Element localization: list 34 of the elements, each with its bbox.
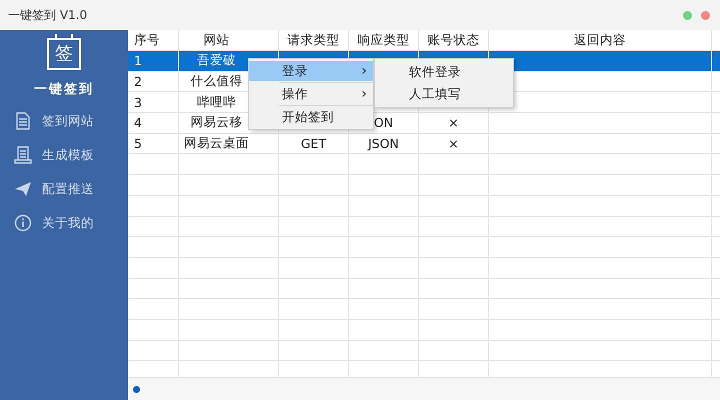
paper-plane-icon (14, 180, 32, 198)
chevron-icon: › (361, 86, 367, 102)
column-header: 序号 (128, 30, 179, 50)
column-header: 返回内容 (489, 30, 712, 50)
close-button[interactable] (701, 10, 710, 20)
document-icon (14, 112, 32, 130)
table-cell[interactable]: × (419, 113, 489, 133)
nav-item[interactable]: 配置推送 (0, 172, 128, 206)
table-cell[interactable]: 4 (128, 113, 179, 133)
column-header: 请求类型 (279, 30, 349, 50)
table-cell[interactable]: × (419, 134, 489, 154)
nav-item[interactable]: 签到网站 (0, 104, 128, 138)
status-dot-icon (133, 386, 140, 392)
table-cell[interactable]: 5 (128, 134, 179, 154)
maximize-button[interactable] (683, 10, 692, 20)
table-cell[interactable]: 网易云桌面 (179, 134, 279, 154)
table-cell[interactable]: 2 (128, 72, 179, 92)
column-header: 响应类型 (349, 30, 419, 50)
printer-icon (14, 146, 32, 164)
table-cell[interactable]: 3 (128, 92, 179, 112)
table-cell[interactable]: GET (279, 134, 349, 154)
menu-item[interactable]: 软件登录 (375, 61, 513, 83)
app-name: 一键签到 (34, 81, 94, 98)
column-header: 账号状态 (419, 30, 489, 50)
nav-item[interactable]: 生成模板 (0, 138, 128, 172)
chevron-icon: › (361, 63, 367, 79)
menu-item[interactable]: 人工填写 (375, 83, 513, 105)
logo-char: 签 (55, 45, 73, 63)
table-cell[interactable]: JSON (349, 134, 419, 154)
menu-item[interactable]: 登录 › (249, 61, 373, 81)
column-header: 网站 (179, 30, 279, 50)
info-icon (14, 214, 32, 232)
nav-item[interactable]: 关于我的 (0, 206, 128, 240)
window-title: 一键签到 V1.0 (8, 6, 88, 24)
